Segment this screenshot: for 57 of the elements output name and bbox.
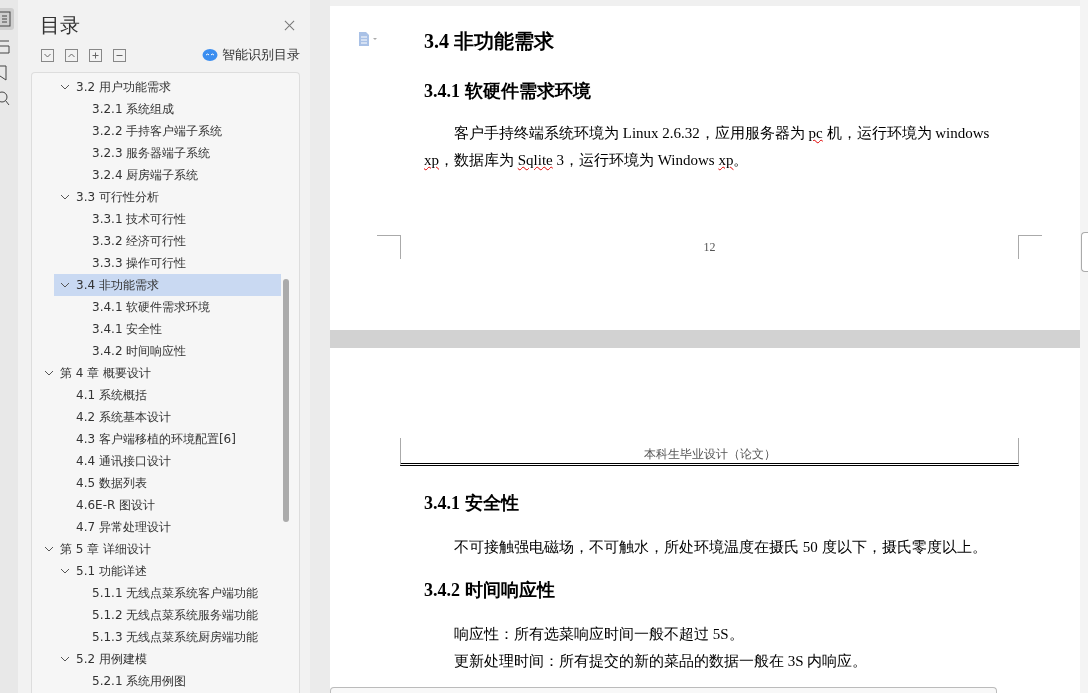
toc-item[interactable]: 3.2.4 厨房端子系统	[32, 164, 281, 186]
subsection-heading: 3.4.2 时间响应性	[424, 579, 556, 602]
toc-item[interactable]: 5.2 用例建模	[32, 648, 281, 670]
cloud-icon	[202, 48, 218, 62]
page-number: 12	[703, 239, 716, 255]
toc-item[interactable]: 第 4 章 概要设计	[32, 362, 281, 384]
toc-item[interactable]: 3.2.3 服务器端子系统	[32, 142, 281, 164]
toc-item[interactable]: 3.4.1 安全性	[32, 318, 281, 340]
subsection-heading: 3.4.1 软硬件需求环境	[424, 80, 592, 103]
toc-item[interactable]: 3.4 非功能需求	[54, 274, 281, 296]
panel-title: 目录	[40, 11, 80, 39]
caret-icon[interactable]	[60, 82, 70, 92]
toc-item[interactable]: 3.2 用户功能需求	[32, 76, 281, 98]
minus-icon[interactable]	[113, 48, 126, 62]
close-icon[interactable]	[284, 19, 295, 31]
caret-icon[interactable]	[60, 566, 70, 576]
smart-toc-button[interactable]: 智能识别目录	[202, 46, 300, 64]
outline-icon[interactable]	[0, 8, 14, 30]
toc-item[interactable]: 3.4.2 时间响应性	[32, 340, 281, 362]
scrollbar-thumb[interactable]	[283, 279, 289, 522]
horizontal-scrollbar[interactable]	[330, 687, 997, 693]
paragraph: 更新处理时间：所有提交的新的菜品的数据一般在 3S 内响应。	[453, 652, 869, 671]
paragraph: 客户手持终端系统环境为 Linux 2.6.32，应用服务器为 pc 机，运行环境为 windows xp，数据库为 Sqlite 3，运行环境为 Windows xp。	[424, 124, 991, 170]
toc-item[interactable]: 4.7 异常处理设计	[32, 516, 281, 538]
toc-item[interactable]: 3.4.1 软硬件需求环境	[32, 296, 281, 318]
toc-item[interactable]: 5.1.1 无线点菜系统客户端功能	[32, 582, 281, 604]
toc-item[interactable]: 4.6E-R 图设计	[32, 494, 281, 516]
toc-item[interactable]: 5.1.3 无线点菜系统厨房端功能	[32, 626, 281, 648]
toc-item[interactable]: 3.2.1 系统组成	[32, 98, 281, 120]
caret-icon[interactable]	[60, 654, 70, 664]
paragraph: 不可接触强电磁场，不可触水，所处环境温度在摄氏 50 度以下，摄氏零度以上。	[453, 538, 988, 557]
caret-icon[interactable]	[60, 280, 70, 290]
toc-item[interactable]: 第 5 章 详细设计	[32, 538, 281, 560]
plus-icon[interactable]	[89, 48, 102, 62]
section-heading: 3.4 非功能需求	[424, 29, 555, 54]
toc-item[interactable]: 5.1.2 无线点菜系统服务端功能	[32, 604, 281, 626]
toc-item[interactable]: 4.5 数据列表	[32, 472, 281, 494]
toc-item[interactable]: 3.3.1 技术可行性	[32, 208, 281, 230]
toc-item[interactable]: 5.2.1 系统用例图	[32, 670, 281, 692]
scrollbar-thumb[interactable]	[1081, 232, 1088, 272]
expand-down-icon[interactable]	[41, 48, 54, 62]
subsection-heading: 3.4.1 安全性	[424, 492, 520, 515]
caret-icon[interactable]	[44, 368, 54, 378]
toc-item[interactable]: 4.3 客户端移植的环境配置[6]	[32, 428, 281, 450]
caret-icon[interactable]	[44, 544, 54, 554]
toc-item[interactable]: 3.2.2 手持客户端子系统	[32, 120, 281, 142]
toc-item[interactable]: 5.1 功能详述	[32, 560, 281, 582]
toc-item[interactable]: 3.3.2 经济可行性	[32, 230, 281, 252]
page-header: 本科生毕业设计（论文）	[643, 446, 776, 463]
caret-icon[interactable]	[60, 192, 70, 202]
collapse-up-icon[interactable]	[65, 48, 78, 62]
toc-item[interactable]: 3.3.3 操作可行性	[32, 252, 281, 274]
paragraph: 响应性：所有选菜响应时间一般不超过 5S。	[453, 625, 745, 644]
toc-item[interactable]: 4.4 通讯接口设计	[32, 450, 281, 472]
toc-item[interactable]: 3.3 可行性分析	[32, 186, 281, 208]
toc-item[interactable]: 4.1 系统概括	[32, 384, 281, 406]
toc-item[interactable]: 4.2 系统基本设计	[32, 406, 281, 428]
